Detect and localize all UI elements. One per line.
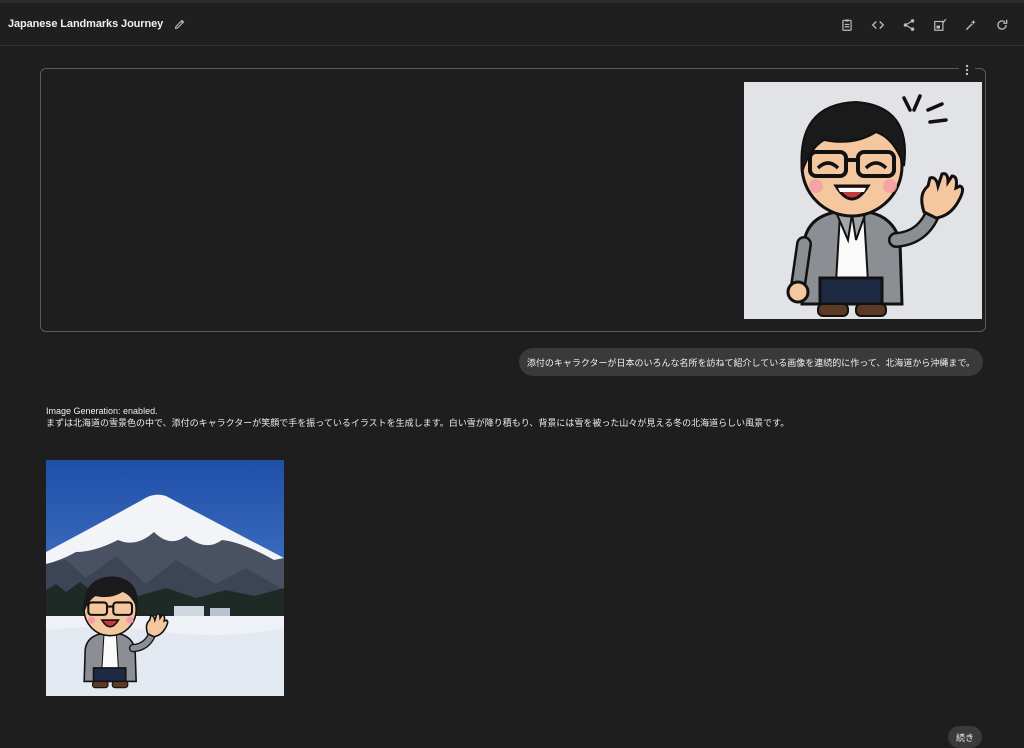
header-bar: Japanese Landmarks Journey [0,3,1024,46]
attached-character-image[interactable] [744,82,982,319]
code-icon[interactable] [870,17,886,33]
assistant-response: Image Generation: enabled. まずは北海道の雪景色の中で… [46,405,789,429]
toolbar [839,17,1010,33]
response-text: まずは北海道の雪景色の中で、添付のキャラクターが笑顔で手を振っているイラストを生… [46,418,790,428]
compare-icon[interactable] [932,17,948,33]
share-icon[interactable] [901,17,917,33]
user-message-bubble: 添付のキャラクターが日本のいろんな名所を訪ねて紹介している画像を連続的に作って、… [518,348,983,376]
magic-icon[interactable] [963,17,979,33]
clipboard-icon[interactable] [839,17,855,33]
image-generation-status: Image Generation: enabled. [46,406,158,416]
page-title: Japanese Landmarks Journey [8,18,164,30]
prompt-panel [40,63,986,332]
pencil-icon[interactable] [173,17,187,31]
more-vertical-icon[interactable] [959,63,975,77]
refresh-icon[interactable] [994,17,1010,33]
generated-image-hokkaido[interactable] [46,460,284,696]
